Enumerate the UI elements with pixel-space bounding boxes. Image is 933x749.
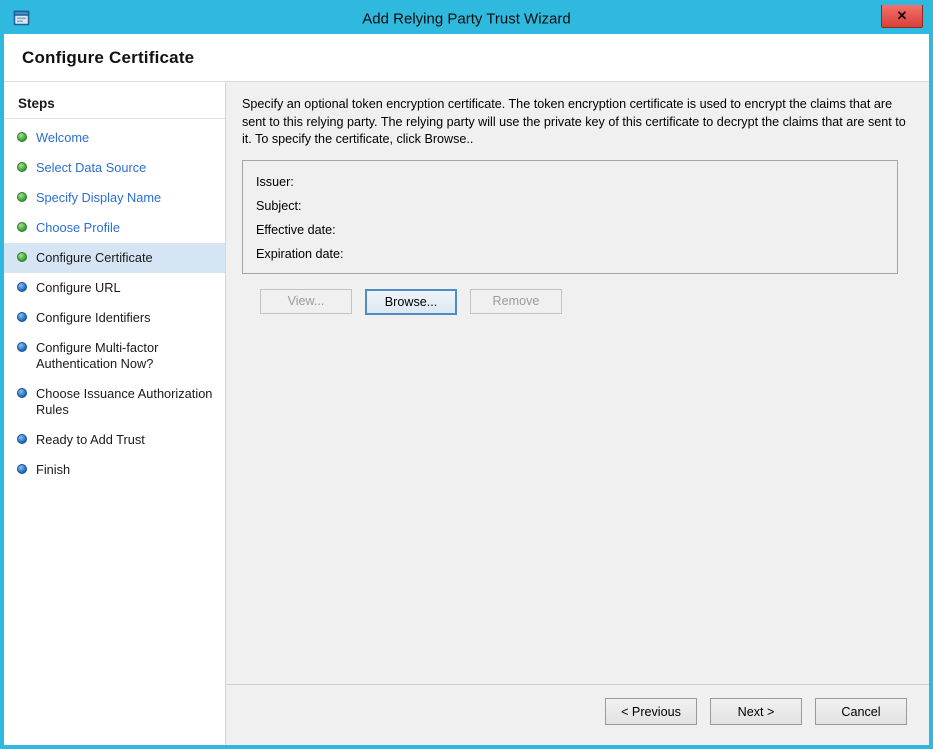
- steps-sidebar: Steps Welcome Select Data Source Specify D…: [4, 82, 226, 745]
- step-pending-icon: [17, 388, 27, 398]
- wizard-footer: < Previous Next > Cancel: [226, 684, 929, 729]
- cancel-button[interactable]: Cancel: [815, 698, 907, 725]
- sidebar-item-choose-profile[interactable]: Choose Profile: [4, 213, 225, 243]
- step-complete-icon: [17, 162, 27, 172]
- page-title: Configure Certificate: [22, 48, 194, 68]
- sidebar-item-configure-certificate: Configure Certificate: [4, 243, 225, 273]
- window-title: Add Relying Party Trust Wizard: [64, 11, 869, 28]
- step-pending-icon: [17, 342, 27, 352]
- step-complete-icon: [17, 192, 27, 202]
- cert-row-expiration-date: Expiration date:: [256, 242, 884, 266]
- sidebar-item-welcome[interactable]: Welcome: [4, 123, 225, 153]
- step-pending-icon: [17, 312, 27, 322]
- certificate-info-box: Issuer: Subject: Effective date: Expirat…: [242, 160, 898, 274]
- browse-button[interactable]: Browse...: [365, 289, 457, 315]
- step-label: Select Data Source: [36, 160, 146, 176]
- sidebar-item-configure-identifiers: Configure Identifiers: [4, 303, 225, 333]
- step-complete-icon: [17, 252, 27, 262]
- wizard-icon: [12, 8, 32, 28]
- step-pending-icon: [17, 282, 27, 292]
- previous-button[interactable]: < Previous: [605, 698, 697, 725]
- step-complete-icon: [17, 132, 27, 142]
- sidebar-item-finish: Finish: [4, 455, 225, 485]
- step-label: Ready to Add Trust: [36, 432, 145, 448]
- step-label: Configure URL: [36, 280, 121, 296]
- remove-button[interactable]: Remove: [470, 289, 562, 314]
- sidebar-item-ready-to-add-trust: Ready to Add Trust: [4, 425, 225, 455]
- steps-heading: Steps: [4, 88, 225, 119]
- issuer-label: Issuer:: [256, 175, 294, 189]
- titlebar: Add Relying Party Trust Wizard ✕: [4, 4, 929, 34]
- main-panel: Specify an optional token encryption cer…: [226, 82, 929, 745]
- sidebar-item-specify-display-name[interactable]: Specify Display Name: [4, 183, 225, 213]
- cert-row-subject: Subject:: [256, 194, 884, 218]
- step-label: Configure Certificate: [36, 250, 153, 266]
- step-complete-icon: [17, 222, 27, 232]
- close-icon: ✕: [897, 8, 908, 23]
- close-button[interactable]: ✕: [881, 5, 923, 28]
- step-pending-icon: [17, 434, 27, 444]
- subject-label: Subject:: [256, 199, 302, 213]
- cert-row-effective-date: Effective date:: [256, 218, 884, 242]
- wizard-body: Steps Welcome Select Data Source Specify D…: [4, 82, 929, 745]
- effective-date-label: Effective date:: [256, 223, 336, 237]
- step-pending-icon: [17, 464, 27, 474]
- expiration-date-label: Expiration date:: [256, 247, 344, 261]
- sidebar-item-select-data-source[interactable]: Select Data Source: [4, 153, 225, 183]
- step-label: Welcome: [36, 130, 89, 146]
- sidebar-item-configure-multi-factor-authentication-now: Configure Multi-factor Authentication No…: [4, 333, 225, 379]
- page-header: Configure Certificate: [4, 34, 929, 82]
- cert-row-issuer: Issuer:: [256, 170, 884, 194]
- next-button[interactable]: Next >: [710, 698, 802, 725]
- certificate-actions: View... Browse... Remove: [260, 289, 907, 315]
- step-label: Configure Identifiers: [36, 310, 151, 326]
- view-button[interactable]: View...: [260, 289, 352, 314]
- steps-list: Welcome Select Data Source Specify Display…: [4, 119, 225, 485]
- step-label: Choose Profile: [36, 220, 120, 236]
- step-label: Configure Multi-factor Authentication No…: [36, 340, 217, 372]
- wizard-window: Add Relying Party Trust Wizard ✕ Configu…: [0, 0, 933, 749]
- step-label: Finish: [36, 462, 70, 478]
- sidebar-item-choose-issuance-authorization-rules: Choose Issuance Authorization Rules: [4, 379, 225, 425]
- step-label: Specify Display Name: [36, 190, 161, 206]
- step-label: Choose Issuance Authorization Rules: [36, 386, 217, 418]
- sidebar-item-configure-url: Configure URL: [4, 273, 225, 303]
- description-text: Specify an optional token encryption cer…: [242, 96, 907, 149]
